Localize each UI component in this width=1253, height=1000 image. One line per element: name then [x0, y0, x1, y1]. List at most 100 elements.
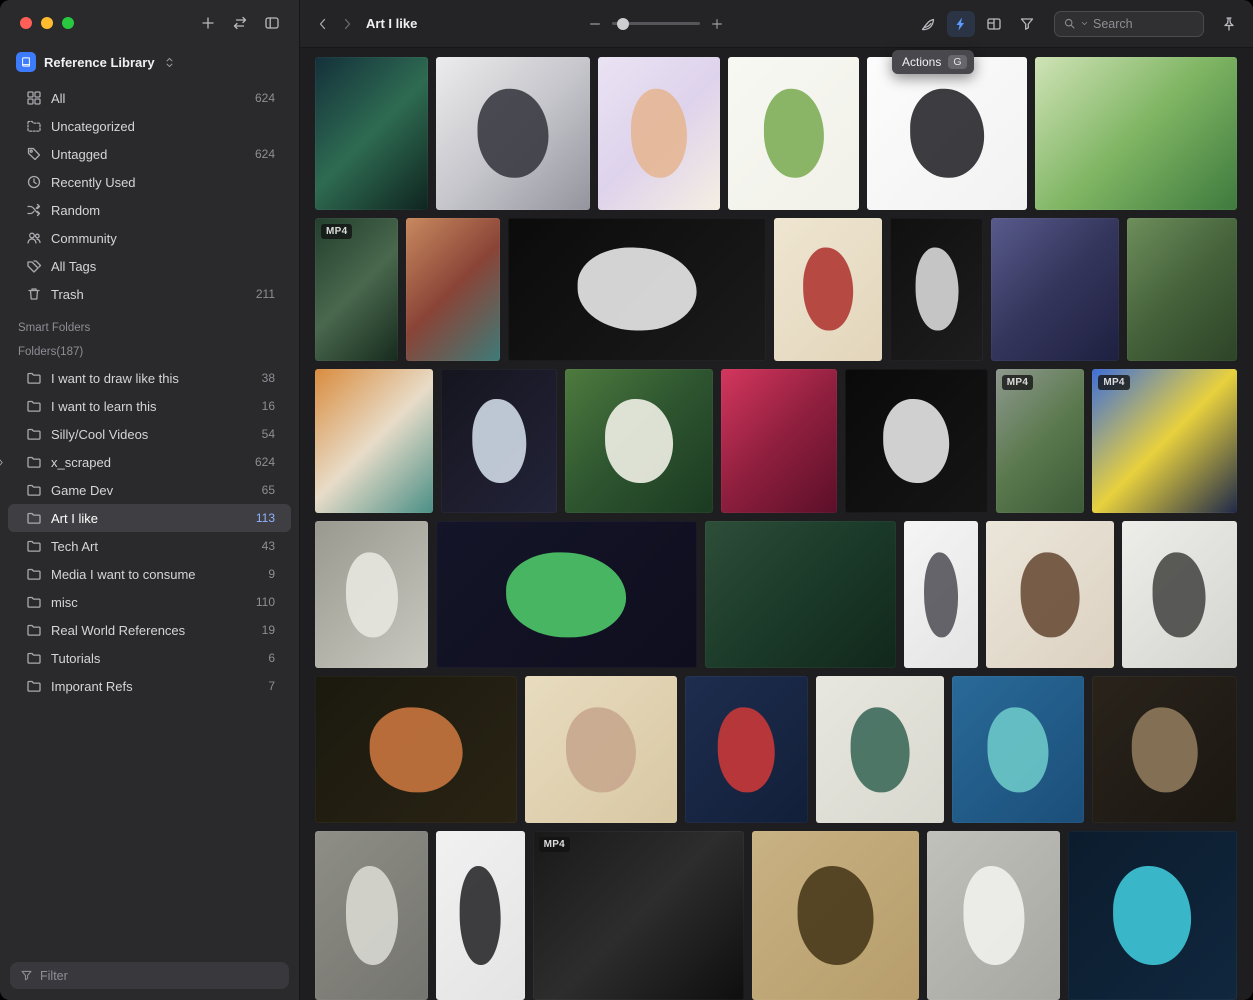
- import-button[interactable]: [227, 11, 253, 35]
- sidebar-item-label: Random: [51, 203, 266, 218]
- sidebar-filter[interactable]: [10, 962, 289, 989]
- folder-item-real-world-references[interactable]: Real World References19: [8, 616, 291, 644]
- image-tile-underwater-creature-art[interactable]: [952, 676, 1085, 823]
- folder-item-media-i-want-to-consume[interactable]: Media I want to consume9: [8, 560, 291, 588]
- folder-item-game-dev[interactable]: Game Dev65: [8, 476, 291, 504]
- back-button[interactable]: [312, 13, 334, 35]
- feather-button[interactable]: [914, 11, 942, 37]
- artwork-subject: [1021, 552, 1080, 637]
- folder-item-i-want-to-learn-this[interactable]: I want to learn this16: [8, 392, 291, 420]
- folder-item-tech-art[interactable]: Tech Art43: [8, 532, 291, 560]
- image-tile-goblet-tarot-card[interactable]: [441, 369, 557, 514]
- toggle-sidebar-button[interactable]: [259, 11, 285, 35]
- image-tile-nude-figure-painting[interactable]: [525, 676, 677, 823]
- image-tile-overgrown-wall-video[interactable]: MP4: [996, 369, 1085, 514]
- image-tile-dancing-figures-sketch[interactable]: [598, 57, 720, 210]
- image-tile-kitchen-scene-illustration[interactable]: [315, 369, 433, 514]
- pin-button[interactable]: [1215, 11, 1243, 37]
- close-window-button[interactable]: [20, 17, 32, 29]
- image-tile-group-portrait-illustration[interactable]: [816, 676, 944, 823]
- image-tile-village-ink-sketch[interactable]: [1122, 521, 1237, 668]
- image-tile-fish-school-drawing[interactable]: [315, 831, 428, 1000]
- sidebar-item-all-tags[interactable]: All Tags: [8, 252, 291, 280]
- image-tile-cardboard-box-photo[interactable]: [1092, 676, 1237, 823]
- image-tile-balcony-photo[interactable]: [927, 831, 1060, 1000]
- folder-count: 113: [256, 511, 275, 525]
- image-tile-sitting-woman-illustration[interactable]: [986, 521, 1114, 668]
- sidebar-item-count: 624: [255, 91, 275, 105]
- image-tile-space-dinner-comic[interactable]: [436, 57, 590, 210]
- sidebar-item-uncategorized[interactable]: Uncategorized: [8, 112, 291, 140]
- sidebar-item-recently-used[interactable]: Recently Used: [8, 168, 291, 196]
- image-tile-anime-collage-video[interactable]: MP4: [1092, 369, 1237, 514]
- image-tile-city-park-video[interactable]: MP4: [315, 218, 398, 361]
- zoom-slider-knob[interactable]: [617, 18, 629, 30]
- sidebar-item-count: 211: [256, 287, 275, 301]
- folder-label: Art I like: [51, 511, 247, 526]
- actions-button[interactable]: [947, 11, 975, 37]
- image-tile-seated-nude-etching[interactable]: [752, 831, 919, 1000]
- filter-button[interactable]: [1013, 11, 1041, 37]
- image-tile-anime-girls-poster[interactable]: [406, 218, 499, 361]
- image-tile-tree-climber-watercolor[interactable]: [1035, 57, 1237, 210]
- zoom-out-icon[interactable]: [588, 17, 602, 31]
- image-tile-masked-green-figure[interactable]: [1127, 218, 1237, 361]
- image-tile-pixel-stage-artwork[interactable]: [508, 218, 766, 361]
- folder-label: x_scraped: [51, 455, 246, 470]
- zoom-slider[interactable]: [612, 22, 700, 25]
- folder-item-i-want-to-draw-like-this[interactable]: I want to draw like this38: [8, 364, 291, 392]
- sidebar-item-trash[interactable]: Trash211: [8, 280, 291, 308]
- sidebar-item-community[interactable]: Community: [8, 224, 291, 252]
- sidebar-item-all[interactable]: All624: [8, 84, 291, 112]
- minimize-window-button[interactable]: [41, 17, 53, 29]
- layout-button[interactable]: [980, 11, 1008, 37]
- filter-input[interactable]: [40, 969, 279, 983]
- folder-count: 54: [262, 427, 275, 441]
- image-tile-cathedral-video[interactable]: MP4: [533, 831, 744, 1000]
- disclosure-chevron-icon[interactable]: [0, 457, 6, 468]
- users-icon: [26, 230, 42, 246]
- image-tile-pixel-platformer-game[interactable]: [1068, 831, 1237, 1000]
- sidebar-item-random[interactable]: Random: [8, 196, 291, 224]
- image-tile-pixel-maze-artwork[interactable]: [890, 218, 983, 361]
- image-tile-forest-bird-painting[interactable]: [565, 369, 713, 514]
- folder-label: Tutorials: [51, 651, 259, 666]
- image-tile-celery-stalk-illustration[interactable]: [728, 57, 859, 210]
- folder-label: Real World References: [51, 623, 253, 638]
- folder-item-imporant-refs[interactable]: Imporant Refs7: [8, 672, 291, 700]
- zoom-window-button[interactable]: [62, 17, 74, 29]
- search-input[interactable]: [1093, 17, 1195, 31]
- folder-item-x-scraped[interactable]: x_scraped624: [8, 448, 291, 476]
- sidebar-item-label: Uncategorized: [51, 119, 266, 134]
- sidebar-item-label: All Tags: [51, 259, 266, 274]
- folder-item-art-i-like[interactable]: Art I like 113: [8, 504, 291, 532]
- grid-row: [315, 676, 1237, 823]
- artwork-subject: [346, 552, 398, 637]
- add-button[interactable]: [195, 11, 221, 35]
- zoom-in-icon[interactable]: [710, 17, 724, 31]
- image-tile-moon-spirit-illustration[interactable]: [991, 218, 1119, 361]
- library-switcher[interactable]: Reference Library: [0, 46, 299, 82]
- image-tile-dark-blue-figure-art[interactable]: [685, 676, 808, 823]
- grid-row: MP4: [315, 218, 1237, 361]
- sidebar-item-untagged[interactable]: Untagged624: [8, 140, 291, 168]
- artwork-subject: [797, 866, 874, 964]
- search-box[interactable]: [1054, 11, 1204, 37]
- grid-row: MP4: [315, 831, 1237, 1000]
- image-tile-pinup-on-chair[interactable]: [774, 218, 882, 361]
- image-tile-bunny-girl-figure[interactable]: [436, 831, 525, 1000]
- folder-item-misc[interactable]: misc110: [8, 588, 291, 616]
- image-tile-black-goblet-art[interactable]: [845, 369, 988, 514]
- image-tile-pumpkin-dance-painting[interactable]: [315, 676, 517, 823]
- folder-item-tutorials[interactable]: Tutorials6: [8, 644, 291, 672]
- forward-button[interactable]: [336, 13, 358, 35]
- image-tile-lily-pond-painting[interactable]: [315, 57, 428, 210]
- image-tile-pixel-dungeon-game[interactable]: [436, 521, 697, 668]
- image-tile-figure-sketches[interactable]: [904, 521, 978, 668]
- folder-icon: [26, 454, 42, 470]
- folder-item-silly-cool-videos[interactable]: Silly/Cool Videos54: [8, 420, 291, 448]
- image-tile-crimson-figure-art[interactable]: [721, 369, 837, 514]
- image-tile-halftone-card-photo[interactable]: [315, 521, 428, 668]
- image-tile-dark-forest-painting[interactable]: [705, 521, 897, 668]
- image-tile-figure-in-black-sketch[interactable]: [867, 57, 1027, 210]
